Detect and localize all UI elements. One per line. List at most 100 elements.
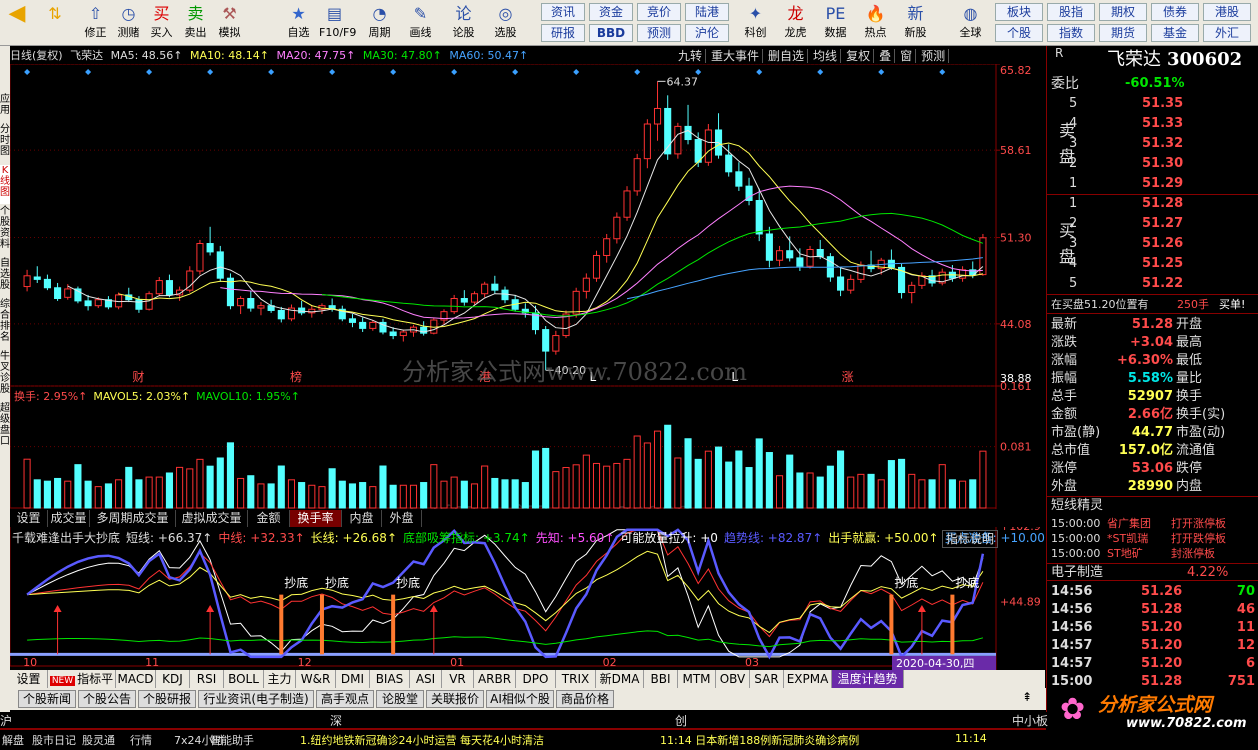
market-btn-7[interactable]: 期货 [1099,24,1147,42]
info-diamond-icon[interactable] [451,69,458,75]
event-marker[interactable]: 涨 [842,369,854,384]
indicator-explain-button[interactable]: 指标说明 [941,530,998,548]
news-tab-5[interactable]: 论股堂 [376,690,424,708]
info-diamond-icon[interactable] [817,69,824,75]
market-btn-2[interactable]: 期权 [1099,3,1147,21]
chart-tool-0[interactable]: 九转 [678,49,707,63]
news-tab-0[interactable]: 个股新闻 [18,690,76,708]
toolbar-btn-2[interactable]: 买买入 [146,2,177,44]
news-ticker[interactable]: 1.纽约地铁新冠确诊24小时运营 每天花4小时清洁 [300,732,544,748]
toolbar-btn-3[interactable]: 卖卖出 [180,2,211,44]
indicator-tab-13[interactable]: DPO [516,670,556,688]
quick-btn-6[interactable]: 预测 [637,24,681,42]
quick-btn-4[interactable]: 研报 [541,24,585,42]
market-btn-1[interactable]: 股指 [1047,3,1095,21]
chart-tool-4[interactable]: 复权 [846,49,875,63]
market-btn-3[interactable]: 债券 [1151,3,1199,21]
indicator-tab-19[interactable]: SAR [750,670,784,688]
toolbar-btn-10[interactable]: ◎ 选股 [490,2,521,44]
info-diamond-icon[interactable] [329,69,336,75]
bid-row[interactable]: 2 51.27 [1047,214,1258,234]
info-diamond-icon[interactable] [756,69,763,75]
volume-tab-1[interactable]: 成交量 [48,510,90,527]
chart-area[interactable]: 65.8258.6151.3044.0838.8864.3740.20财榜港 L L… [10,64,1046,670]
toolbar-btn-12[interactable]: 龙龙虎 [780,2,811,44]
industry-row[interactable]: 电子制造 4.22% [1047,563,1258,581]
chart-tool-2[interactable]: 删自选 [768,49,809,63]
toolbar-btn-7[interactable]: ◔ 周期 [364,2,395,44]
volume-tab-6[interactable]: 内盘 [342,510,382,527]
indicator-tab-6[interactable]: 主力 [264,670,296,688]
collapse-icon[interactable]: ⇞ [1015,690,1039,708]
news-tab-3[interactable]: 行业资讯(电子制造) [198,690,314,708]
chart-tool-7[interactable]: 预测 [921,49,950,63]
news-tab-2[interactable]: 个股研报 [138,690,196,708]
chart-tool-1[interactable]: 重大事件 [711,49,764,63]
left-tab-1[interactable]: 分时图 [0,124,10,163]
volume-tab-5[interactable]: 换手率 [290,510,342,527]
ask-row[interactable]: 5 51.35 [1047,94,1258,114]
info-diamond-icon[interactable] [390,69,397,75]
market-index-2[interactable]: 创 [675,712,687,729]
indicator-tab-17[interactable]: MTM [678,670,716,688]
toolbar-btn-1[interactable]: ◷ 测赌 [113,2,144,44]
indicator-tab-21[interactable]: 温度计趋势 [832,670,904,688]
info-diamond-icon[interactable] [695,69,702,75]
bid-row[interactable]: 3 51.26 [1047,234,1258,254]
elves-row[interactable]: 15:00:00 ST地矿 封涨停板 [1047,546,1258,561]
quick-btn-7[interactable]: 沪伦 [685,24,729,42]
info-diamond-icon[interactable] [146,69,153,75]
toolbar-btn-16[interactable]: ◍ 全球 [955,2,986,44]
market-btn-8[interactable]: 基金 [1151,24,1199,42]
quick-btn-1[interactable]: 资金 [589,3,633,21]
bid-row[interactable]: 1 51.28 [1047,194,1258,214]
indicator-tab-8[interactable]: DMI [336,670,370,688]
ask-row[interactable]: 2 51.30 [1047,154,1258,174]
info-diamond-icon[interactable] [634,69,641,75]
ask-row[interactable]: 1 51.29 [1047,174,1258,194]
indicator-tab-20[interactable]: EXPMA [784,670,832,688]
quick-btn-2[interactable]: 竞价 [637,3,681,21]
news-tab-6[interactable]: 关联报价 [426,690,484,708]
indicator-tab-5[interactable]: BOLL [224,670,264,688]
indicator-tab-0[interactable]: 设置 [10,670,48,688]
indicator-tab-10[interactable]: ASI [410,670,442,688]
news-tab-1[interactable]: 个股公告 [78,690,136,708]
info-diamond-icon[interactable] [85,69,92,75]
status-item-0[interactable]: 解盘 [2,732,24,748]
period-label[interactable]: 日线(复权) [10,49,63,62]
chart-tool-6[interactable]: 窗 [900,49,917,63]
left-tab-6[interactable]: 牛叉诊股 [0,351,10,401]
bid-row[interactable]: 4 51.25 [1047,254,1258,274]
indicator-tab-2[interactable]: MACD [116,670,156,688]
bid-row[interactable]: 5 51.22 [1047,274,1258,294]
volume-tab-7[interactable]: 外盘 [382,510,422,527]
back-button[interactable]: ◀ [2,2,32,44]
news-tab-8[interactable]: 商品价格 [556,690,614,708]
indicator-tab-12[interactable]: ARBR [474,670,516,688]
toggle-button[interactable]: ⇅ [40,2,70,44]
indicator-tab-7[interactable]: W&R [296,670,336,688]
indicator-tab-15[interactable]: 新DMA [596,670,644,688]
indicator-tab-3[interactable]: KDJ [156,670,190,688]
volume-tab-0[interactable]: 设置 [10,510,48,527]
status-item-5[interactable]: 智能助手 [210,732,254,748]
indicator-tab-4[interactable]: RSI [190,670,224,688]
info-diamond-icon[interactable] [573,69,580,75]
volume-tab-2[interactable]: 多周期成交量 [90,510,176,527]
indicator-tab-18[interactable]: OBV [716,670,750,688]
status-item-3[interactable]: 行情 [130,732,152,748]
status-item-1[interactable]: 股市日记 [32,732,76,748]
event-marker[interactable]: 榜 [290,369,302,384]
ask-row[interactable]: 3 51.32 [1047,134,1258,154]
info-diamond-icon[interactable] [512,69,519,75]
elves-row[interactable]: 15:00:00 *ST凯瑞 打开跌停板 [1047,531,1258,546]
elves-row[interactable]: 15:00:00 省广集团 打开涨停板 [1047,516,1258,531]
chart-tool-5[interactable]: 叠 [879,49,896,63]
indicator-tab-14[interactable]: TRIX [556,670,596,688]
info-diamond-icon[interactable] [268,69,275,75]
event-marker[interactable]: 财 [132,370,144,384]
info-diamond-icon[interactable] [24,69,31,75]
toolbar-btn-6[interactable]: ▤ F10/F9 [319,2,356,44]
quick-btn-5[interactable]: BBD [589,24,633,42]
